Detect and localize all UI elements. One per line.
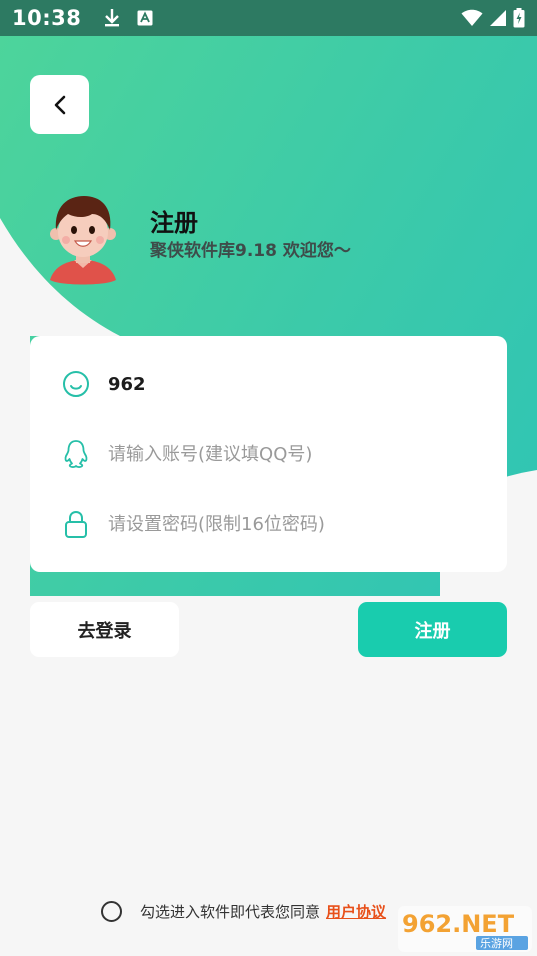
status-bar: 10:38 bbox=[0, 0, 537, 36]
watermark-brand: 962.NET bbox=[402, 910, 515, 938]
lock-icon bbox=[62, 510, 90, 538]
register-button[interactable]: 注册 bbox=[358, 602, 507, 657]
download-icon bbox=[103, 8, 121, 28]
account-input[interactable] bbox=[108, 437, 468, 471]
go-login-button[interactable]: 去登录 bbox=[30, 602, 179, 657]
keyboard-a-icon bbox=[137, 10, 153, 26]
agreement-text: 勾选进入软件即代表您同意 bbox=[140, 902, 321, 921]
watermark-logo: 962.NET 乐游网 bbox=[398, 906, 532, 952]
qq-penguin-icon bbox=[62, 440, 90, 468]
agree-checkbox[interactable] bbox=[101, 900, 122, 922]
wifi-icon bbox=[461, 9, 483, 27]
page-title: 注册 bbox=[150, 209, 198, 237]
register-form-card bbox=[30, 336, 507, 572]
password-input[interactable] bbox=[108, 507, 468, 541]
chevron-left-icon bbox=[53, 95, 67, 115]
smile-icon bbox=[62, 370, 90, 398]
agreement-row: 勾选进入软件即代表您同意 用户协议 bbox=[101, 898, 386, 924]
title-block: 注册 聚侠软件库9.18 欢迎您～ bbox=[150, 208, 351, 262]
account-row bbox=[30, 434, 507, 474]
nickname-input[interactable] bbox=[108, 367, 468, 401]
status-time: 10:38 bbox=[12, 6, 82, 30]
watermark-sub: 乐游网 bbox=[480, 937, 513, 950]
signal-icon bbox=[489, 9, 507, 27]
user-agreement-link[interactable]: 用户协议 bbox=[326, 901, 386, 922]
nickname-row bbox=[30, 364, 507, 404]
password-row bbox=[30, 504, 507, 544]
avatar bbox=[50, 196, 116, 285]
back-button[interactable] bbox=[30, 75, 89, 134]
page-subtitle: 聚侠软件库9.18 欢迎您～ bbox=[150, 241, 351, 261]
battery-charging-icon bbox=[513, 8, 525, 28]
